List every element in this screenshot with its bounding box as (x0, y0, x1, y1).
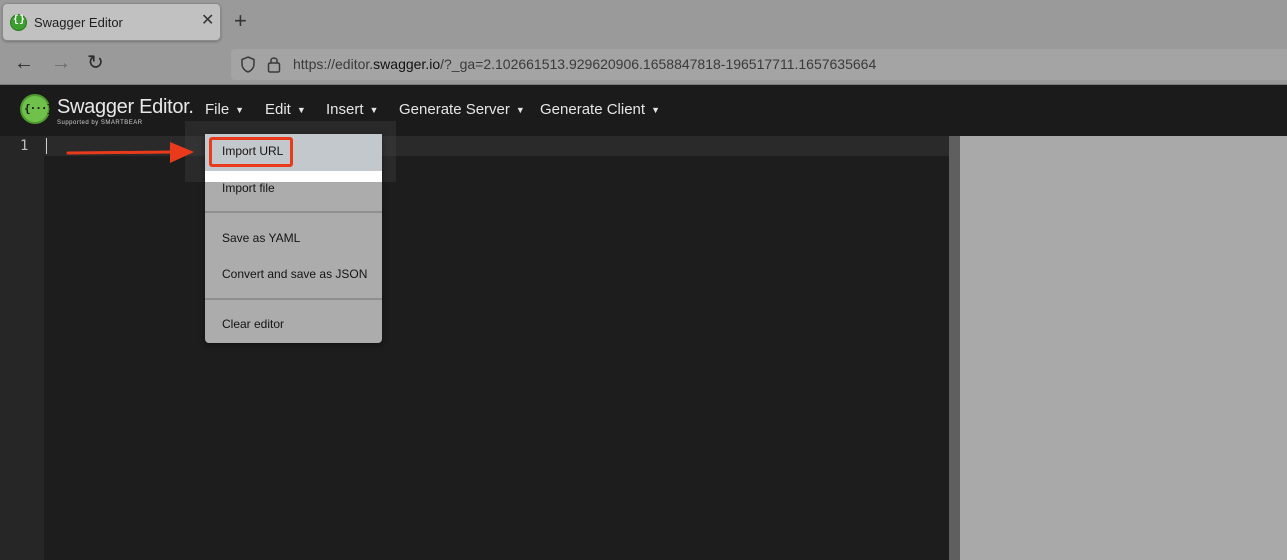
menu-edit-label: Edit (265, 101, 291, 118)
close-tab-icon[interactable]: ✕ (201, 13, 214, 29)
annotation-arrow-icon (66, 142, 194, 163)
menu-item-save-yaml[interactable]: Save as YAML (205, 227, 382, 249)
browser-tab[interactable]: Swagger Editor ✕ (2, 3, 221, 41)
browser-tab-strip: Swagger Editor ✕ + (0, 0, 1287, 44)
menu-file-label: File (205, 101, 230, 118)
editor-gutter: 1 (0, 136, 44, 560)
caret-down-icon: ▼ (235, 105, 245, 115)
back-arrow-icon[interactable]: ← (14, 52, 34, 74)
menu-divider (205, 298, 382, 300)
url-text[interactable]: https://editor.swagger.io/?_ga=2.1026615… (293, 56, 876, 72)
swagger-logo-icon[interactable] (20, 94, 52, 124)
menu-insert[interactable]: Insert ▼ (326, 101, 378, 118)
reload-icon[interactable]: ↻ (87, 52, 104, 74)
lock-icon[interactable] (267, 55, 281, 73)
swagger-favicon-icon (10, 14, 27, 31)
text-cursor (46, 138, 47, 154)
logo-subtitle: Supported by SMARTBEAR (57, 120, 143, 126)
caret-down-icon: ▼ (515, 105, 525, 115)
caret-down-icon: ▼ (369, 105, 379, 115)
shield-icon[interactable] (241, 56, 255, 73)
code-editor[interactable]: 1 (0, 136, 949, 560)
menu-divider (205, 211, 382, 213)
forward-arrow-icon[interactable]: → (51, 52, 71, 74)
annotation-highlight-box (209, 137, 293, 167)
menu-generate-server[interactable]: Generate Server ▼ (399, 101, 525, 118)
pane-splitter[interactable] (949, 136, 960, 560)
caret-down-icon: ▼ (296, 105, 306, 115)
line-number: 1 (20, 138, 29, 154)
menu-insert-label: Insert (326, 101, 364, 118)
menu-generate-client[interactable]: Generate Client ▼ (540, 101, 660, 118)
menu-generate-client-label: Generate Client (540, 101, 646, 118)
url-host: swagger.io (373, 56, 441, 72)
menu-edit[interactable]: Edit ▼ (265, 101, 306, 118)
browser-navbar: ← → ↻ https://editor.swagger.io/?_ga=2.1… (0, 44, 1287, 85)
menu-item-import-file[interactable]: Import file (205, 182, 382, 212)
address-bar[interactable]: https://editor.swagger.io/?_ga=2.1026615… (231, 49, 1287, 80)
menu-item-clear-editor[interactable]: Clear editor (205, 313, 382, 335)
logo-title[interactable]: Swagger Editor. (57, 96, 194, 119)
menu-generate-server-label: Generate Server (399, 101, 510, 118)
preview-pane (960, 136, 1287, 560)
menu-file[interactable]: File ▼ (205, 101, 244, 118)
caret-down-icon: ▼ (651, 105, 660, 115)
menu-item-convert-json[interactable]: Convert and save as JSON (205, 263, 382, 285)
tab-title: Swagger Editor (34, 15, 123, 30)
new-tab-icon[interactable]: + (234, 10, 247, 32)
url-suffix: /?_ga=2.102661513.929620906.1658847818-1… (440, 56, 877, 72)
url-prefix: https://editor. (293, 56, 374, 72)
